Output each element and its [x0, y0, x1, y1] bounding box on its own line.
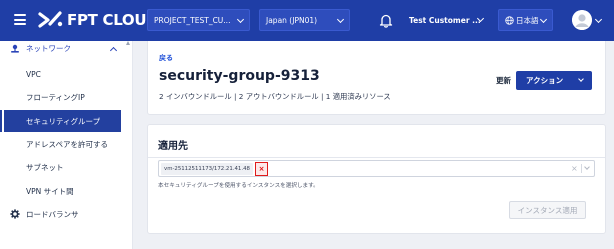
actions-dropdown-button[interactable]: アクション	[516, 71, 592, 90]
sidebar-item-label: VPC	[26, 69, 41, 79]
logo-text: FPT CLOUD	[67, 11, 159, 29]
sidebar-group-network[interactable]: ネットワーク	[0, 41, 132, 58]
chevron-down-icon[interactable]	[594, 15, 603, 24]
user-avatar-icon	[572, 10, 592, 30]
instance-multiselect[interactable]: vm-25112511173/172.21.41.48 × ×	[158, 160, 595, 177]
page-title: security-group-9313	[159, 68, 320, 84]
top-navigation-bar: FPT CLOUD PROJECT_TEST_CU... Japan (JPN0…	[0, 0, 614, 41]
bell-icon[interactable]	[379, 13, 393, 28]
user-menu[interactable]: Test Customer ...	[403, 9, 489, 31]
fpt-cloud-logo[interactable]: FPT CLOUD	[38, 9, 159, 31]
section-title: 適用先	[158, 141, 188, 152]
sidebar-item-security-group[interactable]: セキュリティグループ	[0, 110, 121, 132]
sidebar-item-label: サブネット	[26, 162, 64, 172]
close-icon: ×	[258, 165, 265, 173]
chevron-down-icon[interactable]	[584, 164, 590, 170]
chevron-down-icon	[236, 15, 245, 24]
chevron-down-icon	[539, 15, 548, 24]
refresh-button[interactable]: 更新	[496, 75, 511, 86]
chevron-down-icon	[336, 15, 345, 24]
sidebar-item-label: フローティングIP	[26, 92, 85, 102]
sidebar-item-vpc[interactable]: VPC	[0, 63, 125, 85]
apply-button-label: インスタンス適用	[517, 205, 578, 215]
rule-summary: 2 インバウンドルール | 2 アウトバウンドルール | 1 適用済みリソース	[159, 92, 391, 101]
apply-to-card: 適用先 vm-25112511173/172.21.41.48 × × 本セキュ…	[147, 124, 606, 234]
sidebar-item-label: セキュリティグループ	[26, 116, 101, 126]
user-name: Test Customer ...	[409, 15, 481, 25]
sidebar-group-label: ネットワーク	[26, 44, 71, 53]
sidebar-item-floating-ip[interactable]: フローティングIP	[0, 86, 125, 108]
gear-icon	[10, 209, 20, 219]
field-hint: 本セキュリティグループを使用するインスタンスを選択します。	[158, 183, 319, 189]
language-select[interactable]: 日本語	[498, 9, 553, 31]
region-select[interactable]: Japan (JPN01)	[259, 9, 350, 31]
avatar[interactable]	[572, 10, 592, 30]
divider	[148, 157, 605, 158]
hamburger-menu-icon[interactable]	[14, 14, 26, 25]
region-select-value: Japan (JPN01)	[266, 15, 318, 25]
separator	[581, 164, 582, 173]
project-select[interactable]: PROJECT_TEST_CU...	[147, 9, 250, 31]
sidebar-item-vpn-site-to-site[interactable]: VPN サイト間	[0, 180, 125, 202]
clear-selection-icon[interactable]: ×	[571, 164, 578, 173]
back-link[interactable]: 戻る	[159, 53, 173, 63]
actions-button-label: アクション	[526, 76, 564, 85]
sidebar: ネットワーク VPC フローティングIP セキュリティグループ アドレスペアを許…	[0, 41, 133, 249]
logo-mark-icon	[38, 11, 63, 28]
language-value: 日本語	[516, 15, 539, 25]
apply-instance-button[interactable]: インスタンス適用	[509, 201, 586, 219]
chip-label: vm-25112511173/172.21.41.48	[164, 166, 250, 172]
sidebar-item-label: VPN サイト間	[26, 186, 74, 196]
sidebar-item-load-balancer[interactable]: ロードバランサ	[0, 203, 125, 225]
sidebar-item-label: アドレスペアを許可する	[26, 139, 108, 149]
selected-instance-chip: vm-25112511173/172.21.41.48	[161, 163, 253, 175]
chevron-up-icon	[109, 46, 118, 55]
chevron-down-icon	[578, 76, 584, 82]
sidebar-item-subnet[interactable]: サブネット	[0, 156, 125, 178]
sidebar-item-label: ロードバランサ	[26, 209, 79, 219]
scrollbar-up-arrow-icon[interactable]	[126, 41, 130, 45]
security-group-header-card: 戻る security-group-9313 2 インバウンドルール | 2 ア…	[147, 41, 606, 115]
globe-icon	[505, 15, 514, 25]
chip-remove-button[interactable]: ×	[255, 162, 268, 176]
sidebar-item-allowed-address-pairs[interactable]: アドレスペアを許可する	[0, 133, 125, 155]
network-icon	[11, 44, 19, 53]
project-select-value: PROJECT_TEST_CU...	[154, 15, 231, 25]
